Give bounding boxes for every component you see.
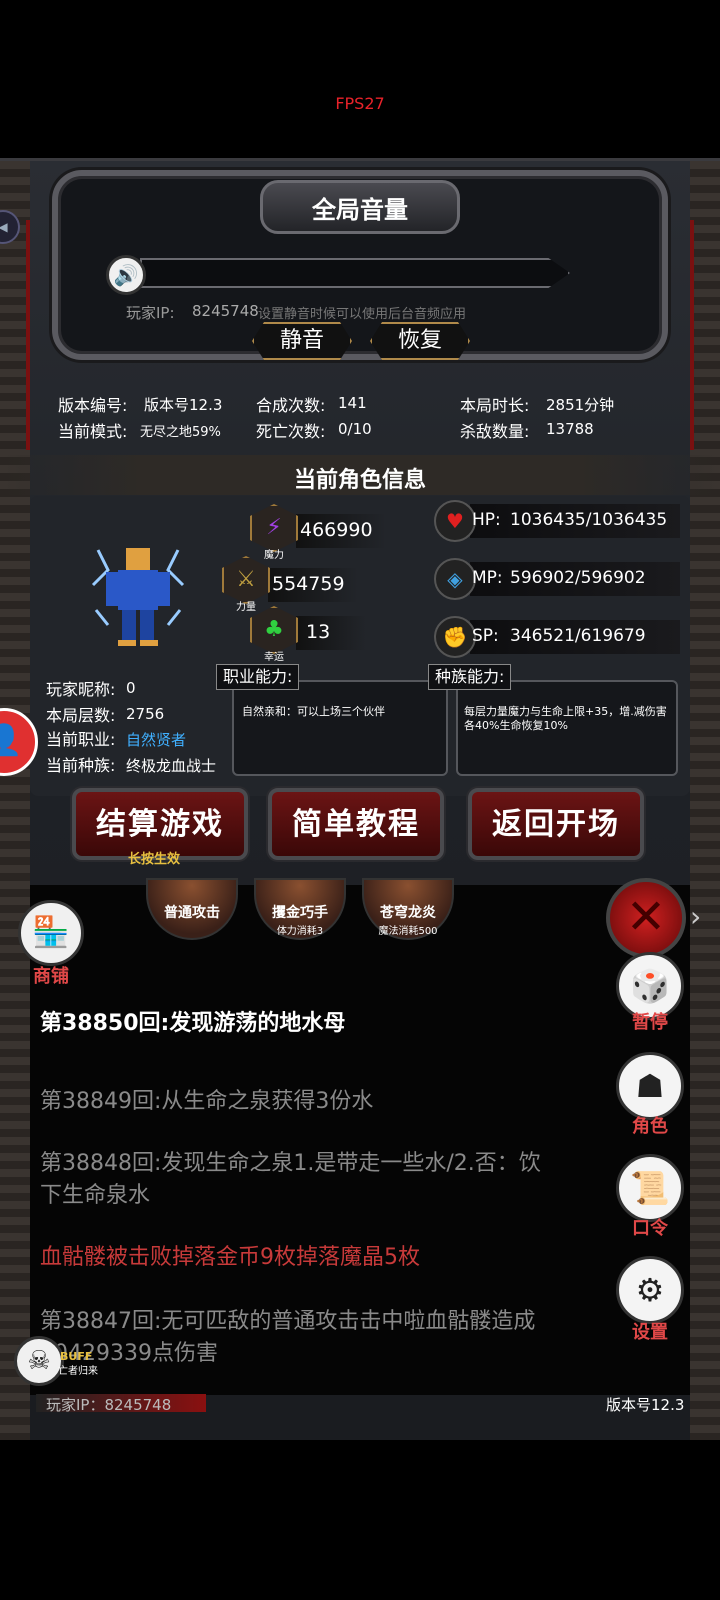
right-rail — [690, 161, 720, 1440]
role-label[interactable]: 角色 — [616, 1112, 684, 1138]
mp-value: 596902/596902 — [510, 568, 646, 588]
race-ability-tag: 种族能力: — [428, 664, 512, 690]
log-line: 第38850回:发现游荡的地水母 — [40, 1011, 346, 1036]
skill-cost: 魔法消耗500 — [378, 926, 438, 937]
buff-name: 亡者归来 — [58, 1366, 98, 1377]
race-ability-text: 每层力量魔力与生命上限+35，增.减伤害各40%生命恢复10% — [464, 705, 667, 732]
version-value: 版本号12.3 — [144, 396, 223, 414]
strength-caption: 力量 — [236, 602, 256, 613]
luck-value: 13 — [306, 621, 331, 643]
mp-label: MP: — [472, 568, 503, 588]
craft-label: 合成次数: — [256, 396, 326, 415]
restore-button[interactable]: 恢复 — [370, 322, 470, 360]
settings-label[interactable]: 设置 — [616, 1318, 684, 1344]
duration-value: 2851分钟 — [546, 396, 615, 414]
skill-name: 攫金巧手 — [272, 905, 328, 921]
craft-value: 141 — [338, 394, 367, 412]
return-start-button[interactable]: 返回开场 — [468, 788, 644, 860]
death-value: 0/10 — [338, 420, 372, 438]
magic-caption: 魔力 — [264, 550, 284, 561]
tutorial-button[interactable]: 简单教程 — [268, 788, 444, 860]
kills-value: 13788 — [546, 420, 594, 438]
class-value[interactable]: 自然贤者 — [126, 729, 186, 750]
race-value: 终极龙血战士 — [126, 757, 217, 775]
fps-counter: FPS27 — [335, 94, 385, 113]
log-line: 第38847回:无可匹敌的普通攻击击中啦血骷髅造成 — [40, 1309, 536, 1334]
gear-icon[interactable]: ⚙ — [616, 1256, 684, 1324]
chevron-right-icon[interactable]: › — [690, 900, 701, 933]
job-ability-text: 自然亲和：可以上场三个伙伴 — [242, 705, 385, 718]
kills-label: 杀敌数量: — [460, 422, 530, 441]
class-label: 当前职业: — [46, 730, 116, 749]
hero-sprite — [91, 548, 185, 646]
death-label: 死亡次数: — [256, 422, 326, 441]
skill-cost: 体力消耗3 — [276, 926, 324, 937]
magic-value: 466990 — [300, 519, 373, 541]
footer-ip: 玩家IP：8245748 — [46, 1396, 172, 1414]
log-line: 第38848回:发现生命之泉1.是带走一些水/2.否：饮 — [40, 1151, 541, 1176]
luck-caption: 幸运 — [264, 652, 284, 663]
mode-value: 无尽之地59% — [140, 425, 221, 440]
skull-icon[interactable]: ☠ — [14, 1336, 64, 1386]
heart-icon: ♥ — [434, 500, 476, 542]
hooded-figure-icon[interactable]: ☗ — [616, 1052, 684, 1120]
close-icon[interactable]: ✕ — [606, 878, 686, 958]
log-line: 第38849回:从生命之泉获得3份水 — [40, 1089, 374, 1114]
log-line: 下生命泉水 — [40, 1183, 151, 1208]
job-ability-box — [232, 680, 448, 776]
settle-hold-hint: 长按生效 — [128, 852, 181, 867]
muscle-icon: ✊ — [434, 616, 476, 658]
hp-value: 1036435/1036435 — [510, 510, 668, 530]
sp-label: SP: — [472, 626, 499, 646]
volume-hint: 设置静音时候可以使用后台音频应用 — [258, 307, 467, 322]
footer-version: 版本号12.3 — [606, 1396, 685, 1414]
nickname-value: 0 — [126, 679, 136, 697]
hp-label: HP: — [472, 510, 501, 530]
shop-label[interactable]: 商铺 — [18, 962, 84, 988]
code-label[interactable]: 口令 — [616, 1214, 684, 1240]
speaker-icon[interactable]: 🔊 — [106, 255, 146, 295]
strength-value: 554759 — [272, 573, 345, 595]
right-red-rail — [690, 220, 694, 450]
log-line: 血骷髅被击败掉落金币9枚掉落魔晶5枚 — [40, 1245, 420, 1270]
volume-slider[interactable] — [140, 258, 570, 288]
character-header: 当前角色信息 — [293, 468, 426, 493]
sp-value: 346521/619679 — [510, 626, 646, 646]
skill-name: 苍穹龙炎 — [380, 905, 436, 921]
magic-icon-blue: ◈ — [434, 558, 476, 600]
job-ability-tag: 职业能力: — [216, 664, 300, 690]
volume-title: 全局音量 — [312, 196, 408, 224]
mode-label: 当前模式: — [58, 422, 128, 441]
player-ip-label: 玩家IP: — [126, 304, 175, 322]
race-label: 当前种族: — [46, 756, 116, 775]
mute-button[interactable]: 静音 — [252, 322, 352, 360]
version-label: 版本编号: — [58, 396, 128, 415]
nickname-label: 玩家昵称: — [46, 680, 116, 699]
shop-icon[interactable]: 🏪 — [18, 900, 84, 966]
scroll-icon[interactable]: 📜 — [616, 1154, 684, 1222]
floor-value: 2756 — [126, 705, 165, 723]
duration-label: 本局时长: — [460, 396, 530, 415]
player-ip-value: 8245748 — [192, 302, 259, 320]
floor-label: 本局层数: — [46, 706, 116, 725]
pause-label[interactable]: 暂停 — [616, 1008, 684, 1034]
left-red-rail — [26, 220, 30, 450]
skill-name: 普通攻击 — [164, 905, 220, 921]
